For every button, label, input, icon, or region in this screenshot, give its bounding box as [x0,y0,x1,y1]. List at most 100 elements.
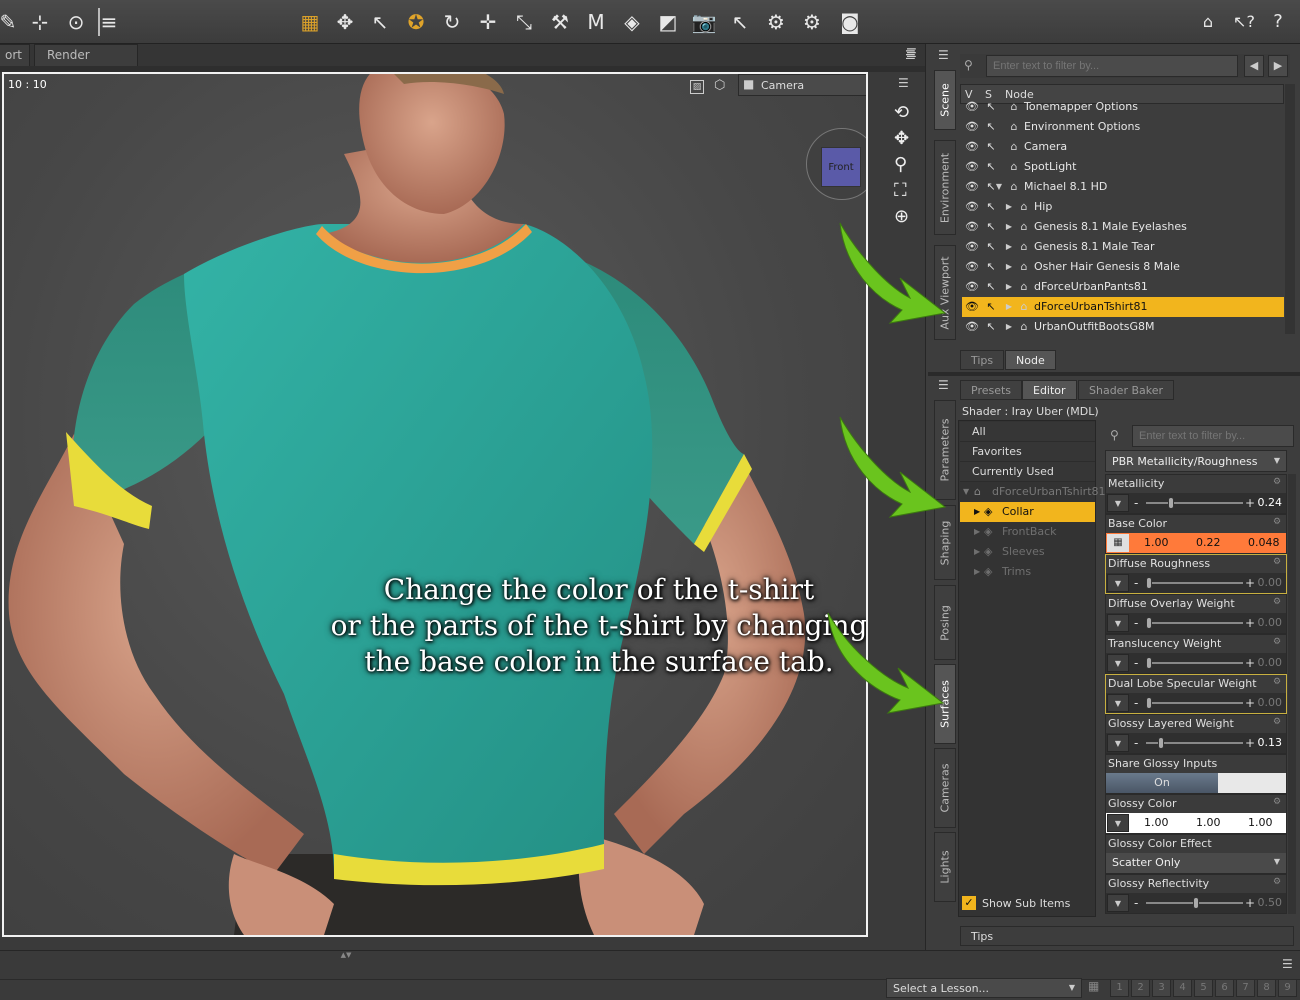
whats-this-icon[interactable]: ↖? [1230,8,1258,36]
tab-lights[interactable]: Lights [934,832,956,902]
lesson-list-icon[interactable]: ▦ [1088,979,1106,997]
pan-icon[interactable]: ✥ [894,128,909,149]
scene-scrollbar[interactable] [1285,84,1295,334]
surface-root-item[interactable]: ▼ ⌂ dForceUrbanTshirt81 [960,482,1106,502]
material-item[interactable]: ▶ ◈ Trims [960,562,1095,582]
tab-render-library[interactable]: Render Library [34,44,138,82]
viewport-menu-icon[interactable]: ☰ [898,76,909,90]
scale-tool-icon[interactable]: ⤡ [510,8,538,36]
chevron-down-icon[interactable]: ▼ [1107,694,1129,712]
orbit-icon[interactable]: ⟲ [894,102,909,123]
selectable-cursor-icon[interactable]: ↖ [984,277,998,297]
align-icon[interactable]: ≡ [98,8,118,36]
group-all[interactable]: All [960,422,1095,442]
slider-knob[interactable] [1158,737,1165,749]
selectable-cursor-icon[interactable]: ↖ [984,317,998,337]
select-tool-icon[interactable]: ↖ [366,8,394,36]
camera-select[interactable]: ■ Camera ▼ [738,74,866,96]
scene-tree-row[interactable]: 👁 ↖ ▼ ⌂ Michael 8.1 HD [962,177,1284,197]
tab-cameras[interactable]: Cameras [934,748,956,828]
scene-tree-row[interactable]: 👁 ↖ ▶ ⌂ Genesis 8.1 Male Eyelashes [962,217,1284,237]
lesson-page-button[interactable]: 8 [1257,979,1276,997]
tab-scene[interactable]: Scene [934,70,956,130]
texture-map-icon[interactable]: ▦ [1107,534,1129,552]
property-value[interactable]: 0.13 [1258,734,1283,752]
lesson-page-button[interactable]: 6 [1215,979,1234,997]
selectable-cursor-icon[interactable]: ↖ [984,137,998,157]
expander-icon[interactable]: ▶ [1004,197,1014,217]
viewport[interactable]: 10 : 10 ▨ ⬡ ■ Camera ▼ Front Change the … [2,72,868,937]
scene-tree-row[interactable]: 👁 ↖ ▶ ⌂ dForceUrbanTshirt81 [962,297,1284,317]
expander-icon[interactable]: ▶ [1004,297,1014,317]
scene-tree-row[interactable]: 👁 ↖ ▶ ⌂ dForceUrbanPants81 [962,277,1284,297]
chevron-down-icon[interactable]: ▼ [1107,614,1129,632]
slider-knob[interactable] [1192,897,1199,909]
show-sub-items-checkbox[interactable]: ✓ [962,896,976,910]
chevron-down-icon[interactable]: ▼ [1107,654,1129,672]
right-pane-menu-icon[interactable]: ☰ [905,44,925,66]
tab-node[interactable]: Node [1005,350,1056,370]
gear-icon[interactable]: ⚙ [1273,717,1283,727]
chevron-down-icon[interactable]: ▼ [1107,894,1129,912]
property-value[interactable]: 0.00 [1258,694,1283,712]
selectable-cursor-icon[interactable]: ↖ [984,117,998,137]
glossy-color-swatch[interactable]: ▼ 1.00 1.00 1.00 [1106,813,1286,833]
gear-icon[interactable]: ⚙ [1273,797,1283,807]
slider-knob[interactable] [1146,657,1152,669]
property-slider[interactable]: - + [1132,734,1257,752]
expand-icon[interactable]: ▶ [974,542,980,562]
lesson-page-button[interactable]: 1 [1110,979,1129,997]
tab-viewport[interactable]: ort [0,44,30,66]
expander-icon[interactable]: ▶ [1004,217,1014,237]
chevron-down-icon[interactable]: ▼ [1107,494,1129,512]
view-cube[interactable]: Front [806,128,866,200]
scene-tree-row[interactable]: 👁 ↖ ▶ ⌂ UrbanOutfitBootsG8M [962,317,1284,337]
surfaces-pane-menu-icon[interactable]: ☰ [938,378,949,392]
view-cube-front[interactable]: Front [821,147,861,187]
visibility-eye-icon[interactable]: 👁 [964,317,980,337]
render-gear-icon[interactable]: ⚙ [762,8,790,36]
property-slider[interactable]: - + [1132,614,1257,632]
selectable-cursor-icon[interactable]: ↖ [984,97,998,117]
pointer-options-icon[interactable]: ↖ [726,8,754,36]
visibility-eye-icon[interactable]: 👁 [964,117,980,137]
slider-knob[interactable] [1146,617,1152,629]
visibility-eye-icon[interactable]: 👁 [964,177,980,197]
property-value[interactable]: 0.00 [1258,574,1283,592]
scene-tree-row[interactable]: 👁 ↖ ⌂ Environment Options [962,117,1284,137]
selectable-cursor-icon[interactable]: ↖ [984,197,998,217]
chevron-down-icon[interactable]: ▼ [1107,814,1129,832]
property-filter-input[interactable] [1132,425,1294,447]
scene-tree-row[interactable]: 👁 ↖ ⌂ Tonemapper Options [962,97,1284,117]
property-value[interactable]: 0.00 [1258,614,1283,632]
surfaces-tab-tips[interactable]: Tips [960,926,1294,946]
universal-tool-icon[interactable]: ✥ [331,8,359,36]
gear-icon[interactable]: ⚙ [1273,517,1283,527]
lesson-page-button[interactable]: 9 [1278,979,1297,997]
gear-icon[interactable]: ⚙ [1273,557,1283,567]
expander-icon[interactable]: ▶ [1004,317,1014,337]
rotate-tool-icon[interactable]: ↻ [438,8,466,36]
surface-tool-icon[interactable]: ◈ [618,8,646,36]
property-group-select[interactable]: PBR Metallicity/Roughness ▼ [1105,450,1287,472]
help-icon[interactable]: ? [1264,8,1292,36]
grid-icon[interactable]: ▦ [296,8,324,36]
selectable-cursor-icon[interactable]: ↖ [984,217,998,237]
scene-tree-row[interactable]: 👁 ↖ ▶ ⌂ Osher Hair Genesis 8 Male [962,257,1284,277]
visibility-eye-icon[interactable]: 👁 [964,217,980,237]
visibility-eye-icon[interactable]: 👁 [964,237,980,257]
aspect-toggle-icon[interactable]: ▨ [690,80,704,94]
render-settings-icon[interactable]: ◩ [654,8,682,36]
chevron-down-icon[interactable]: ▼ [1107,574,1129,592]
property-value[interactable]: 0.00 [1258,654,1283,672]
material-item[interactable]: ▶ ◈ FrontBack [960,522,1095,542]
selectable-cursor-icon[interactable]: ↖ [984,297,998,317]
gear-icon[interactable]: ⚙ [1273,677,1283,687]
gear-icon[interactable]: ⚙ [1273,597,1283,607]
scene-pane-menu-icon[interactable]: ☰ [938,48,949,62]
visibility-eye-icon[interactable]: 👁 [964,297,980,317]
render-icon[interactable]: ◙ [836,8,864,36]
lesson-menu-icon[interactable]: ☰ [1282,957,1293,971]
scene-tree-row[interactable]: 👁 ↖ ▶ ⌂ Genesis 8.1 Male Tear [962,237,1284,257]
expander-icon[interactable]: ▶ [1004,257,1014,277]
